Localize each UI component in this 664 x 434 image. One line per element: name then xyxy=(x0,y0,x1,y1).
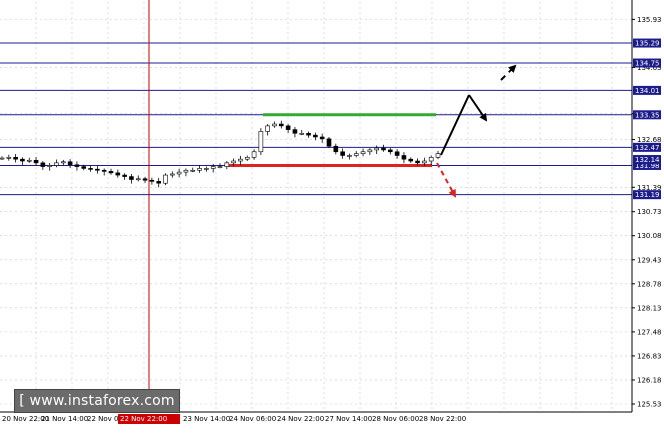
candle-body xyxy=(258,131,264,153)
candle-body xyxy=(163,174,168,184)
x-tick-label: 27 Nov 14:00 xyxy=(325,415,372,423)
candle-body xyxy=(319,136,325,140)
candle-body xyxy=(95,168,100,171)
candle-body xyxy=(299,132,305,135)
candle-body xyxy=(0,157,5,160)
y-tick-label: 127.48 xyxy=(637,328,662,336)
candle-body xyxy=(244,157,250,160)
candle-body xyxy=(129,176,134,180)
level-tag-label: 135.29 xyxy=(635,40,660,48)
candle-body xyxy=(360,151,366,154)
candle-body xyxy=(367,149,373,153)
level-tag-label: 131.19 xyxy=(635,191,660,199)
candle-body xyxy=(251,151,257,158)
candle-body xyxy=(122,174,127,177)
candle-body xyxy=(306,132,311,136)
candle-body xyxy=(74,164,80,167)
candle-body xyxy=(6,157,12,159)
candle-body xyxy=(149,179,155,182)
candle-body xyxy=(388,149,393,153)
candle-body xyxy=(333,145,339,153)
y-tick-label: 129.43 xyxy=(637,256,662,264)
candle-body xyxy=(394,151,400,156)
candle-body xyxy=(101,169,107,172)
candle-body xyxy=(353,153,359,156)
x-tick-label: 24 Nov 06:00 xyxy=(229,415,276,423)
candle-body xyxy=(292,129,298,134)
plot-background xyxy=(0,0,664,427)
candle-body xyxy=(190,169,196,172)
candle-body xyxy=(54,162,59,166)
candle-body xyxy=(210,166,216,169)
y-tick-label: 130.73 xyxy=(637,208,662,216)
y-tick-label: 126.18 xyxy=(637,376,662,384)
candle-body xyxy=(142,178,148,181)
candle-body xyxy=(422,160,427,164)
candle-body xyxy=(313,134,318,138)
candle-body xyxy=(40,162,46,167)
candle-body xyxy=(374,147,379,151)
candle-body xyxy=(408,158,414,162)
level-tag-label: 133.35 xyxy=(635,111,660,119)
candle-body xyxy=(238,158,243,162)
candle-body xyxy=(108,171,114,174)
candle-body xyxy=(428,157,434,162)
x-highlight-label: 22 Nov 22:00 xyxy=(120,415,167,423)
candle-body xyxy=(156,181,161,184)
candle-body xyxy=(33,159,39,164)
candle-body xyxy=(183,169,189,173)
candle-body xyxy=(67,161,73,166)
candle-body xyxy=(326,138,332,147)
y-tick-label: 130.08 xyxy=(637,232,662,240)
candle-body xyxy=(81,166,87,169)
y-tick-label: 126.83 xyxy=(637,352,662,360)
candle-body xyxy=(20,158,25,162)
candle-body xyxy=(176,171,182,175)
candle-body xyxy=(197,168,202,171)
candle-body xyxy=(272,123,277,127)
candle-body xyxy=(13,157,18,160)
candle-body xyxy=(415,160,420,164)
x-tick-label: 21 Nov 14:00 xyxy=(41,415,88,423)
candle-body xyxy=(135,178,141,181)
candle-body xyxy=(435,153,441,158)
x-tick-label: 28 Nov 22:00 xyxy=(419,415,466,423)
candle-body xyxy=(170,173,175,176)
candle-body xyxy=(231,160,236,164)
candle-body xyxy=(340,151,345,156)
candle-body xyxy=(347,155,352,157)
candle-body xyxy=(279,123,284,127)
candle-body xyxy=(88,168,93,170)
candle-body xyxy=(47,165,52,167)
level-tag-label: 132.47 xyxy=(635,144,660,152)
level-tag-label: 132.14 xyxy=(635,156,660,164)
y-tick-label: 128.13 xyxy=(637,304,662,312)
candle-body xyxy=(401,155,407,160)
candle-body xyxy=(61,161,66,164)
candle-body xyxy=(265,125,270,132)
candle-body xyxy=(285,125,291,130)
x-tick-label: 28 Nov 06:00 xyxy=(372,415,419,423)
x-axis-ticks: 20 Nov 22:0021 Nov 14:0022 Nov 06:00 23 N… xyxy=(2,414,466,424)
chart: 135.93134.63133.38132.68131.39130.73130.… xyxy=(0,0,664,427)
candle-body xyxy=(204,168,209,170)
level-tag-label: 134.75 xyxy=(635,60,660,68)
candle-body xyxy=(115,172,121,176)
y-tick-label: 135.93 xyxy=(637,16,662,24)
candle-body xyxy=(381,147,386,151)
level-tag-label: 134.01 xyxy=(635,87,660,95)
x-tick-label: 23 Nov 14:00 xyxy=(183,415,230,423)
candle-body xyxy=(224,162,230,167)
y-tick-label: 128.78 xyxy=(637,280,662,288)
y-tick-label: 125.53 xyxy=(637,401,662,409)
watermark-instaforex: [ www.instaforex.com ] xyxy=(14,389,180,431)
candle-body xyxy=(217,166,223,168)
x-tick-label: 24 Nov 22:00 xyxy=(277,415,324,423)
candle-body xyxy=(26,159,32,162)
